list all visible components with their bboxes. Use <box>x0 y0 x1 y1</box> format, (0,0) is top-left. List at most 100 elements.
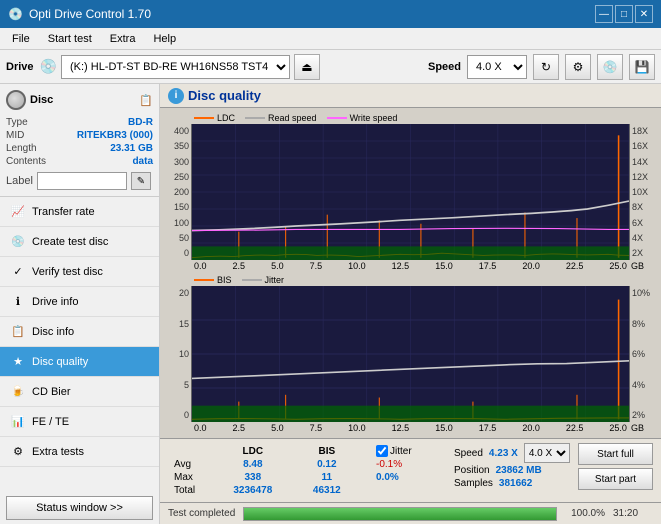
disc-mid-row: MID RITEKBR3 (000) <box>6 129 153 142</box>
fe-te-label: FE / TE <box>32 416 69 428</box>
stats-area: LDC BIS Jitter <box>160 438 661 502</box>
menu-file[interactable]: File <box>4 28 38 49</box>
disc-header: Disc 📋 <box>6 90 153 110</box>
chart2-container: BIS Jitter 20 15 10 5 0 <box>164 274 657 434</box>
disc-label-input[interactable] <box>37 172 127 190</box>
sidebar-item-verify-test-disc[interactable]: ✓ Verify test disc <box>0 257 159 287</box>
drive-info-icon: ℹ <box>10 294 26 310</box>
menu-extra[interactable]: Extra <box>102 28 144 49</box>
position-value: 23862 MB <box>496 465 542 476</box>
max-label: Max <box>170 472 210 483</box>
write-legend-line <box>327 117 347 119</box>
speed-select[interactable]: 4.0 X <box>467 55 527 79</box>
maximize-button[interactable]: □ <box>615 5 633 23</box>
sidebar-item-fe-te[interactable]: 📊 FE / TE <box>0 407 159 437</box>
titlebar-title: 💿 Opti Drive Control 1.70 <box>8 7 151 21</box>
settings-button[interactable]: ⚙ <box>565 54 591 80</box>
disc-quality-label: Disc quality <box>32 356 88 368</box>
sidebar-item-drive-info[interactable]: ℹ Drive info <box>0 287 159 317</box>
verify-test-disc-icon: ✓ <box>10 264 26 280</box>
chart2-yaxis-left: 20 15 10 5 0 <box>164 286 192 422</box>
drive-info-label: Drive info <box>32 296 78 308</box>
disc-info-icon: 📋 <box>10 324 26 340</box>
disc-label-label: Label <box>6 175 33 187</box>
status-window-button[interactable]: Status window >> <box>6 496 153 520</box>
chart2-xaxis: 0.0 2.5 5.0 7.5 10.0 12.5 15.0 17.5 20.0… <box>192 422 629 434</box>
samples-value: 381662 <box>499 478 532 489</box>
legend-bis: BIS <box>194 275 232 285</box>
disc-contents-value: data <box>132 156 153 167</box>
bis-header: BIS <box>296 445 358 457</box>
menu-starttest[interactable]: Start test <box>40 28 100 49</box>
transfer-rate-label: Transfer rate <box>32 206 95 218</box>
disc-button[interactable]: 💿 <box>597 54 623 80</box>
read-legend-label: Read speed <box>268 113 317 123</box>
samples-row: Samples 381662 <box>454 478 574 489</box>
disc-length-value: 23.31 GB <box>110 143 153 154</box>
disc-details-btn[interactable]: 📋 <box>139 94 153 107</box>
disc-length-label: Length <box>6 143 37 154</box>
start-part-button[interactable]: Start part <box>578 468 653 490</box>
menu-help[interactable]: Help <box>145 28 184 49</box>
speed-label: Speed <box>454 448 483 459</box>
close-button[interactable]: ✕ <box>635 5 653 23</box>
disc-mid-value: RITEKBR3 (000) <box>77 130 153 141</box>
start-buttons: Start full Start part <box>578 443 653 498</box>
progress-label: Test completed <box>168 508 235 519</box>
create-test-disc-icon: 💿 <box>10 234 26 250</box>
chart-header-icon: i <box>168 88 184 104</box>
xaxis-unit1: GB <box>629 261 657 271</box>
verify-test-disc-label: Verify test disc <box>32 266 103 278</box>
sidebar-item-disc-info[interactable]: 📋 Disc info <box>0 317 159 347</box>
disc-info-label: Disc info <box>32 326 74 338</box>
sidebar-item-extra-tests[interactable]: ⚙ Extra tests <box>0 437 159 467</box>
chart2-svg <box>192 286 629 422</box>
disc-label-row: Label ✎ <box>6 172 153 190</box>
chart1-body: 400 350 300 250 200 150 100 50 0 <box>164 124 657 260</box>
menubar: File Start test Extra Help <box>0 28 661 50</box>
ldc-legend-line <box>194 117 214 119</box>
progress-bar-inner <box>244 508 556 520</box>
stats-table-container: LDC BIS Jitter <box>168 443 450 498</box>
samples-label: Samples <box>454 478 493 489</box>
progress-area: Test completed 100.0% 31:20 <box>160 502 661 524</box>
app-title: Opti Drive Control 1.70 <box>29 7 151 21</box>
chart1-svg <box>192 124 629 260</box>
create-test-disc-label: Create test disc <box>32 236 108 248</box>
progress-time: 31:20 <box>613 508 653 519</box>
chart-header: i Disc quality <box>160 84 661 108</box>
refresh-button[interactable]: ↻ <box>533 54 559 80</box>
eject-button[interactable]: ⏏ <box>294 54 320 80</box>
sidebar-item-transfer-rate[interactable]: 📈 Transfer rate <box>0 197 159 227</box>
chart2-body: 20 15 10 5 0 <box>164 286 657 422</box>
chart2-inner <box>192 286 629 422</box>
bis-legend-label: BIS <box>217 275 232 285</box>
drive-icon: 💿 <box>40 58 57 75</box>
drive-select[interactable]: (K:) HL-DT-ST BD-RE WH16NS58 TST4 <box>61 55 290 79</box>
chart2-xaxis-row: 0.0 2.5 5.0 7.5 10.0 12.5 15.0 17.5 20.0… <box>164 422 657 434</box>
chart1-yaxis-right: 18X 16X 14X 12X 10X 8X 6X 4X 2X <box>629 124 657 260</box>
sidebar-item-disc-quality[interactable]: ★ Disc quality <box>0 347 159 377</box>
disc-length-row: Length 23.31 GB <box>6 142 153 155</box>
progress-bar-outer <box>243 507 557 521</box>
stats-main-row: LDC BIS Jitter <box>168 443 653 498</box>
sidebar-item-cd-bier[interactable]: 🍺 CD Bier <box>0 377 159 407</box>
avg-bis: 0.12 <box>296 459 358 470</box>
jitter-checkbox[interactable] <box>376 445 388 457</box>
max-bis: 11 <box>296 472 358 483</box>
start-full-button[interactable]: Start full <box>578 443 653 465</box>
sidebar-item-create-test-disc[interactable]: 💿 Create test disc <box>0 227 159 257</box>
chart2-legend: BIS Jitter <box>164 274 657 286</box>
app-icon: 💿 <box>8 7 23 21</box>
avg-label: Avg <box>170 459 210 470</box>
speed-display-select[interactable]: 4.0 X <box>524 443 570 463</box>
chart1-xaxis-row: 0.0 2.5 5.0 7.5 10.0 12.5 15.0 17.5 20.0… <box>164 260 657 272</box>
disc-mid-label: MID <box>6 130 24 141</box>
avg-row: Avg 8.48 0.12 -0.1% <box>170 459 448 470</box>
charts-area: LDC Read speed Write speed 400 <box>160 108 661 438</box>
minimize-button[interactable]: — <box>595 5 613 23</box>
max-jitter: 0.0% <box>372 472 448 483</box>
disc-label-edit-button[interactable]: ✎ <box>131 172 151 190</box>
save-button[interactable]: 💾 <box>629 54 655 80</box>
toolbar: Drive 💿 (K:) HL-DT-ST BD-RE WH16NS58 TST… <box>0 50 661 84</box>
